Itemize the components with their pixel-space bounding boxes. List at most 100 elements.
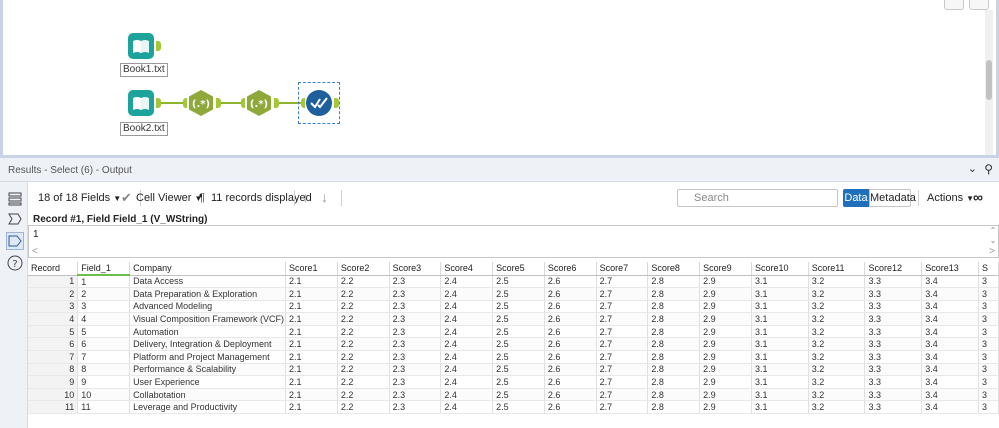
table-cell[interactable]: 2.8 xyxy=(647,325,701,339)
table-cell[interactable]: 4 xyxy=(28,312,79,326)
table-cell[interactable]: 3.3 xyxy=(864,375,923,389)
table-cell[interactable]: Data Access xyxy=(129,275,287,289)
table-cell[interactable]: 2.3 xyxy=(389,375,442,389)
table-cell[interactable]: Collabotation xyxy=(129,388,287,402)
table-cell[interactable]: 2.9 xyxy=(699,350,752,364)
table-cell[interactable]: 2.1 xyxy=(285,312,338,326)
table-cell[interactable]: 3.1 xyxy=(751,300,809,314)
table-cell[interactable]: 8 xyxy=(28,363,79,377)
table-cell[interactable]: 10 xyxy=(28,388,79,402)
table-cell[interactable]: 3.2 xyxy=(808,363,866,377)
table-cell[interactable]: 3.3 xyxy=(864,363,923,377)
table-cell[interactable]: 2.7 xyxy=(596,275,649,289)
table-cell[interactable]: 2.6 xyxy=(544,350,597,364)
table-cell[interactable]: 3.2 xyxy=(808,287,866,301)
table-cell[interactable]: 3 xyxy=(978,325,999,339)
arrow-up-icon[interactable]: ↑ xyxy=(302,189,309,205)
table-cell[interactable]: 3.3 xyxy=(864,300,923,314)
table-cell[interactable]: 3.4 xyxy=(921,325,979,339)
table-row[interactable]: 5 5 Automation 2.1 2.2 2.3 2.4 2.5 2.6 2.7 2.8 2.9 3… xyxy=(28,325,999,339)
column-header-score4[interactable]: Score4 xyxy=(440,262,494,276)
table-cell[interactable]: 2.4 xyxy=(440,337,494,352)
table-cell[interactable]: 3.4 xyxy=(921,312,979,326)
table-cell[interactable]: 2.5 xyxy=(492,287,545,301)
table-cell[interactable]: 2.4 xyxy=(440,388,494,402)
table-cell[interactable]: 3.1 xyxy=(751,350,809,364)
table-cell[interactable]: 2.7 xyxy=(596,388,649,402)
table-cell[interactable]: 2.4 xyxy=(440,400,494,415)
table-cell[interactable]: Performance & Scalability xyxy=(129,363,287,377)
table-cell[interactable]: 3.3 xyxy=(864,400,923,415)
table-cell[interactable]: 2.5 xyxy=(492,400,545,415)
canvas-zoom-button[interactable] xyxy=(944,0,964,10)
table-cell[interactable]: 2.6 xyxy=(544,388,597,402)
column-header-score1[interactable]: Score1 xyxy=(285,262,338,276)
table-cell[interactable]: 2.3 xyxy=(389,275,442,289)
column-header-score3[interactable]: Score3 xyxy=(389,262,442,276)
table-cell[interactable]: 2.6 xyxy=(544,325,597,339)
table-cell[interactable]: 2.3 xyxy=(389,388,442,402)
table-row[interactable]: 11 11 Leverage and Productivity 2.1 2.2 2.3 2.… xyxy=(28,400,999,415)
data-tag-icon[interactable] xyxy=(6,232,24,250)
table-cell[interactable]: 3.3 xyxy=(864,287,923,301)
table-cell[interactable]: 3.1 xyxy=(751,400,809,415)
table-cell[interactable]: 3.1 xyxy=(751,337,809,352)
table-cell[interactable]: 2.5 xyxy=(492,350,545,364)
table-cell[interactable]: 3.3 xyxy=(864,325,923,339)
table-cell[interactable]: 2.3 xyxy=(389,400,442,415)
table-row[interactable]: 2 2 Data Preparation & Exploration 2.1 2.2 2.… xyxy=(28,287,999,301)
table-cell[interactable]: 2.5 xyxy=(492,300,545,314)
table-cell[interactable]: 3.4 xyxy=(921,275,979,289)
canvas-fit-button[interactable] xyxy=(969,0,989,10)
table-cell[interactable]: 2.4 xyxy=(440,375,494,389)
table-cell[interactable]: 3.2 xyxy=(808,350,866,364)
table-cell[interactable]: 2.2 xyxy=(337,363,390,377)
table-cell[interactable]: 2.1 xyxy=(285,287,338,301)
table-cell[interactable]: 2.8 xyxy=(647,350,701,364)
table-cell[interactable]: Leverage and Productivity xyxy=(129,400,287,415)
column-header-record[interactable]: Record xyxy=(28,262,79,276)
canvas-scroll-thumb[interactable] xyxy=(986,60,992,100)
table-cell[interactable]: 2.3 xyxy=(389,363,442,377)
table-cell[interactable]: 2.1 xyxy=(285,388,338,402)
results-grid[interactable]: Record Field_1 Company Score1 Score2 Score3 Sc… xyxy=(28,262,999,428)
table-cell[interactable]: 3.4 xyxy=(921,350,979,364)
table-cell[interactable]: 2.7 xyxy=(596,363,649,377)
output-anchor[interactable] xyxy=(334,98,339,108)
table-cell[interactable]: 2.5 xyxy=(492,325,545,339)
table-row[interactable]: 10 10 Collabotation 2.1 2.2 2.3 2.4 2.5 2.6 2.7 2.… xyxy=(28,388,999,402)
table-cell[interactable]: 2.6 xyxy=(544,363,597,377)
chevron-down-icon[interactable]: ⌄ xyxy=(968,162,977,175)
table-cell[interactable]: 3.1 xyxy=(751,325,809,339)
canvas-scrollbar[interactable] xyxy=(985,10,993,155)
table-cell[interactable]: 2.5 xyxy=(492,363,545,377)
table-cell[interactable]: 3.1 xyxy=(751,388,809,402)
table-cell[interactable]: 3.4 xyxy=(921,375,979,389)
table-cell[interactable]: 3 xyxy=(978,388,999,402)
table-cell[interactable]: 2.3 xyxy=(389,337,442,352)
table-cell[interactable]: 2.5 xyxy=(492,275,545,289)
table-cell[interactable]: 2.2 xyxy=(337,337,390,352)
table-cell[interactable]: 2.8 xyxy=(647,275,701,289)
table-cell[interactable]: 3.2 xyxy=(808,300,866,314)
table-cell[interactable]: 3 xyxy=(978,312,999,326)
table-cell[interactable]: 3 xyxy=(77,300,131,314)
table-cell[interactable]: 3.1 xyxy=(751,312,809,326)
metadata-tab-button[interactable]: Metadata xyxy=(869,189,916,207)
table-cell[interactable]: 3 xyxy=(978,337,999,352)
connection-line[interactable] xyxy=(161,102,183,104)
table-cell[interactable]: 2 xyxy=(28,287,79,301)
scroll-left-icon[interactable]: < xyxy=(32,246,38,257)
table-cell[interactable]: 3.2 xyxy=(808,275,866,289)
table-cell[interactable]: 2.8 xyxy=(647,400,701,415)
table-cell[interactable]: 7 xyxy=(77,350,131,364)
table-cell[interactable]: 3.1 xyxy=(751,375,809,389)
table-cell[interactable]: 2.2 xyxy=(337,300,390,314)
table-cell[interactable]: 3 xyxy=(28,300,79,314)
table-cell[interactable]: Automation xyxy=(129,325,287,339)
table-cell[interactable]: 2.7 xyxy=(596,337,649,352)
table-cell[interactable]: 11 xyxy=(28,400,79,415)
regex-tool-2[interactable]: (.*) xyxy=(245,89,273,117)
table-cell[interactable]: 3.4 xyxy=(921,287,979,301)
table-cell[interactable]: 3.2 xyxy=(808,337,866,352)
